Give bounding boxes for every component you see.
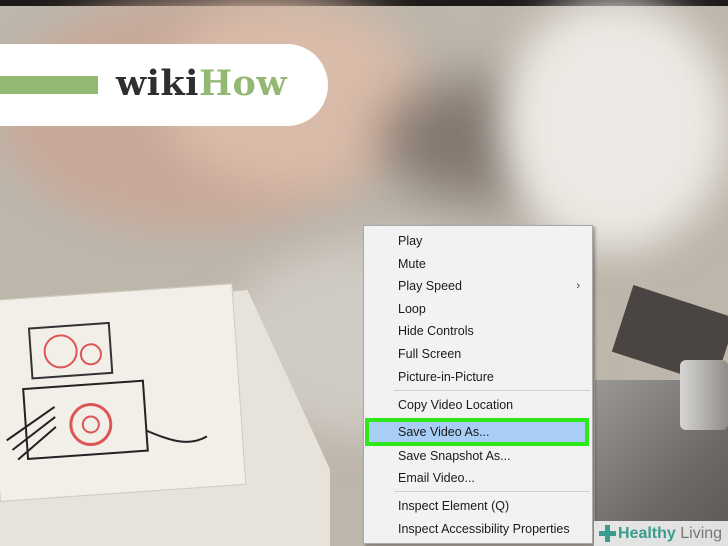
menu-item-play-speed-label: Play Speed	[398, 279, 462, 293]
menu-item-copy-video-location[interactable]: Copy Video Location	[398, 395, 513, 415]
logo-text: wikiHow	[116, 62, 287, 106]
healthy-living-watermark: Healthy Living	[594, 521, 728, 546]
menu-item-full-screen[interactable]: Full Screen	[398, 344, 461, 364]
watermark-living: Living	[680, 525, 723, 542]
menu-separator	[394, 390, 590, 391]
menu-item-loop[interactable]: Loop	[398, 299, 426, 319]
menu-item-inspect-accessibility[interactable]: Inspect Accessibility Properties	[398, 519, 570, 539]
video-context-menu: Play Mute Play Speed › Loop Hide Control…	[363, 225, 593, 544]
menu-item-mute[interactable]: Mute	[398, 254, 426, 274]
menu-item-play-speed[interactable]: Play Speed	[398, 276, 589, 296]
watermark-text: Healthy Living	[618, 523, 722, 545]
menu-separator	[394, 491, 590, 492]
logo-how: How	[198, 63, 288, 104]
menu-item-play[interactable]: Play	[398, 231, 422, 251]
logo-green-bar	[0, 76, 98, 94]
plus-cross-icon	[599, 525, 616, 542]
menu-item-picture-in-picture[interactable]: Picture-in-Picture	[398, 367, 494, 387]
sketch-card	[0, 283, 247, 502]
annotation-highlight-box	[365, 418, 589, 446]
presser-foot	[680, 360, 728, 430]
menu-item-email-video[interactable]: Email Video...	[398, 468, 475, 488]
white-fabric-blur	[500, 0, 728, 250]
menu-item-save-snapshot-as[interactable]: Save Snapshot As...	[398, 446, 511, 466]
watermark-healthy: Healthy	[618, 525, 676, 542]
menu-item-inspect-element[interactable]: Inspect Element (Q)	[398, 496, 509, 516]
logo-wiki: wiki	[116, 63, 199, 104]
menu-item-hide-controls[interactable]: Hide Controls	[398, 321, 474, 341]
sketch-drawing	[6, 321, 208, 461]
chevron-right-icon: ›	[576, 280, 580, 292]
wikihow-logo: wikiHow	[0, 44, 328, 126]
